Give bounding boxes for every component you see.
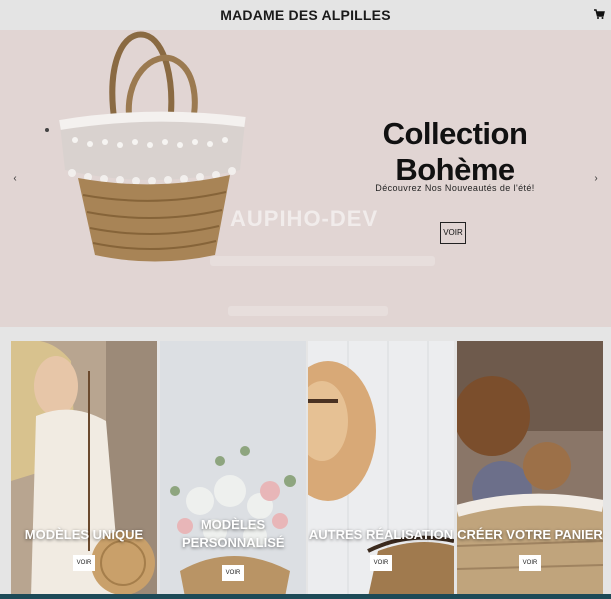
category-title: MODÈLES PERSONNALISÉ	[182, 517, 285, 550]
category-voir-button[interactable]: VOIR	[519, 555, 541, 571]
category-title: AUTRES RÉALISATION	[308, 527, 454, 542]
category-card[interactable]: CRÉER VOTRE PANIER VOIR	[457, 341, 603, 597]
category-voir-button[interactable]: VOIR	[222, 565, 244, 581]
category-title: CRÉER VOTRE PANIER	[457, 527, 603, 542]
category-voir-button[interactable]: VOIR	[370, 555, 392, 571]
category-card[interactable]: AUTRES RÉALISATION VOIR	[308, 341, 454, 597]
window-frame-bottom	[0, 594, 611, 599]
chevron-left-icon[interactable]: ‹	[8, 172, 22, 186]
category-card[interactable]: MODÈLES UNIQUE VOIR	[11, 341, 157, 597]
category-card[interactable]: MODÈLES PERSONNALISÉ VOIR	[160, 341, 306, 597]
hero-banner: ‹ › Collection Bohème Découvrez Nos Nouv…	[0, 30, 611, 327]
watermark-text: AUPIHO-DEV	[230, 206, 379, 231]
chevron-right-icon[interactable]: ›	[589, 172, 603, 186]
category-voir-button[interactable]: VOIR	[73, 555, 95, 571]
site-header: MADAME DES ALPILLES	[0, 0, 611, 30]
hero-voir-button[interactable]: VOIR	[440, 222, 466, 244]
hero-title: Collection Bohème	[382, 116, 528, 187]
straw-bag-image	[59, 31, 246, 262]
page: MADAME DES ALPILLES ‹ › Collection Bohèm…	[0, 0, 611, 599]
slide-dot	[45, 128, 49, 132]
category-title: MODÈLES UNIQUE	[24, 527, 144, 542]
card-image	[160, 341, 306, 597]
watermark-line	[210, 256, 435, 266]
cart-icon[interactable]	[593, 8, 605, 20]
hero-subtitle: Découvrez Nos Nouveautés de l'été!	[375, 183, 535, 193]
brand-title[interactable]: MADAME DES ALPILLES	[0, 7, 611, 23]
watermark-line	[228, 306, 388, 316]
category-grid: MODÈLES UNIQUE VOIR MODÈLES PERSONNALISÉ…	[0, 327, 611, 597]
